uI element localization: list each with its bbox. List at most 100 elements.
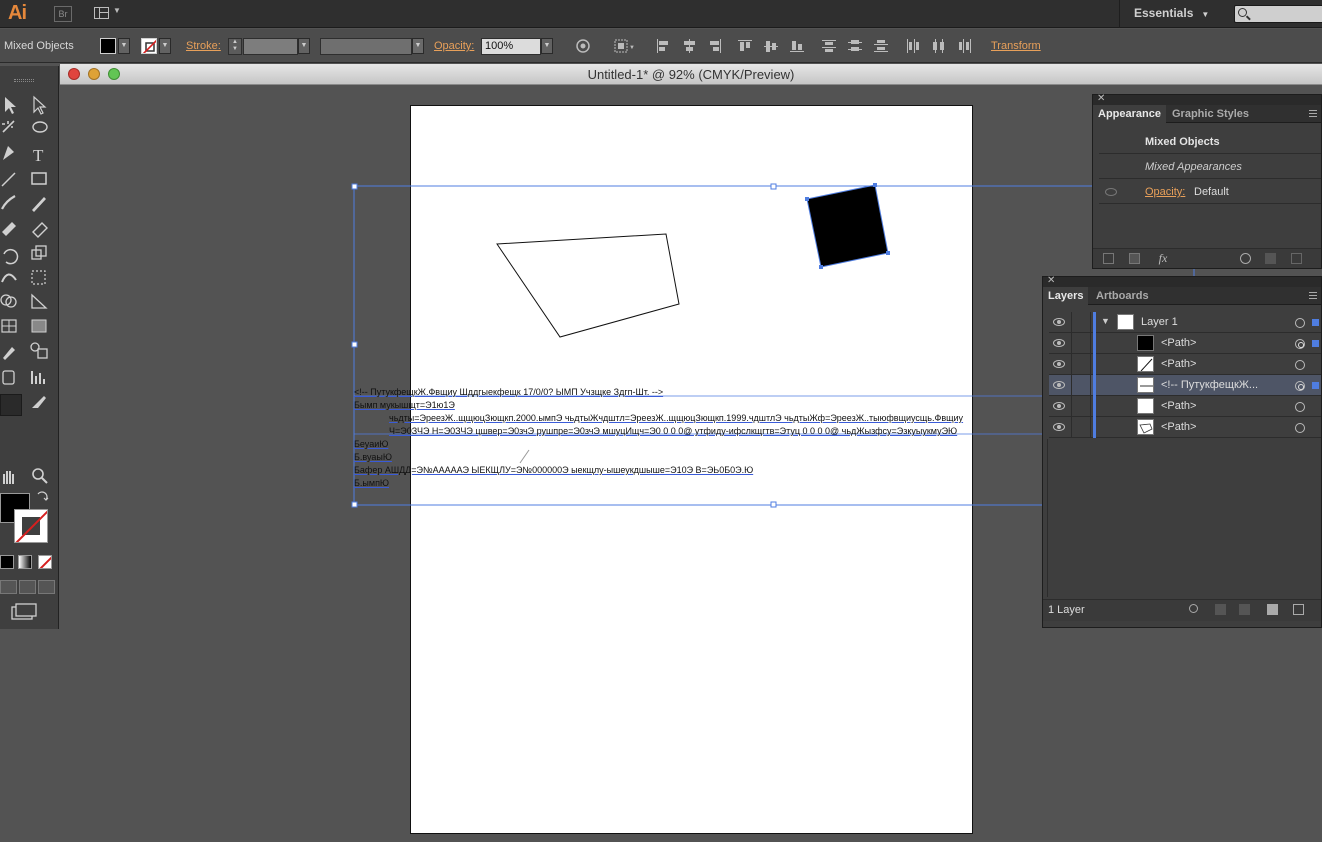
visibility-eye-icon[interactable] xyxy=(1053,318,1065,326)
appearance-header: Mixed Objects xyxy=(1099,130,1321,154)
appearance-subheader[interactable]: Mixed Appearances xyxy=(1099,155,1321,179)
layer-thumbnail xyxy=(1117,314,1134,330)
lock-toggle[interactable] xyxy=(1071,417,1091,437)
lock-toggle[interactable] xyxy=(1071,333,1091,353)
lock-toggle[interactable] xyxy=(1071,396,1091,416)
panel-menu-icon[interactable] xyxy=(1309,110,1317,117)
lock-toggle[interactable] xyxy=(1071,354,1091,374)
tab-layers[interactable]: Layers xyxy=(1043,287,1089,305)
layer-color-bar xyxy=(1093,354,1096,375)
target-icon[interactable] xyxy=(1295,402,1305,412)
layer-row[interactable]: ▼ Layer 1 xyxy=(1049,312,1321,333)
trash-icon[interactable] xyxy=(1291,253,1302,264)
text-line[interactable]: БеуаиЮ xyxy=(354,438,388,451)
opacity-row[interactable]: Opacity: Default xyxy=(1099,180,1321,204)
text-thumbnail-icon xyxy=(1140,385,1153,387)
opacity-value: Default xyxy=(1194,186,1229,198)
clear-appearance-icon[interactable] xyxy=(1240,253,1251,264)
tab-graphic-styles[interactable]: Graphic Styles xyxy=(1167,105,1254,123)
selection-handle[interactable] xyxy=(351,183,358,190)
lock-toggle[interactable] xyxy=(1071,375,1091,395)
disclosure-triangle-icon[interactable]: ▼ xyxy=(1101,316,1110,326)
target-icon[interactable] xyxy=(1295,423,1305,433)
sublayer-row[interactable]: <Path> xyxy=(1049,396,1321,417)
close-icon[interactable]: ✕ xyxy=(1097,93,1105,104)
panel-menu-icon[interactable] xyxy=(1309,292,1317,299)
tab-appearance[interactable]: Appearance xyxy=(1093,105,1166,123)
path-thumbnail xyxy=(1137,356,1154,372)
text-line[interactable]: Бымп мукышщт=Э1ю1Э xyxy=(354,399,455,412)
layers-tabs: Layers Artboards xyxy=(1043,287,1321,305)
visibility-eye-icon[interactable] xyxy=(1053,360,1065,368)
tab-artboards[interactable]: Artboards xyxy=(1091,287,1154,305)
sublayer-row[interactable]: <Path> xyxy=(1049,354,1321,375)
target-icon[interactable] xyxy=(1295,360,1305,370)
selection-indicator[interactable] xyxy=(1312,340,1319,347)
sublayer-name[interactable]: <Path> xyxy=(1161,417,1196,438)
text-line[interactable]: Ч=Э0ЗЧЭ Н=Э0ЗЧЭ цшвер=Э0зчЭ рушпре=Э0зчЭ… xyxy=(389,425,957,438)
panel-header: ✕ xyxy=(1093,93,1321,105)
new-layer-icon[interactable] xyxy=(1267,604,1278,615)
appearance-footer: fx xyxy=(1093,248,1321,268)
sublayer-name[interactable]: <Path> xyxy=(1161,333,1196,354)
text-line[interactable]: Бафер АШДД=Э№АААААЭ ЫЕКЩЛУ=Э№000000Э ыек… xyxy=(354,464,753,477)
text-thumbnail xyxy=(1137,377,1154,393)
make-clipping-mask-icon[interactable] xyxy=(1215,604,1226,615)
duplicate-item-icon[interactable] xyxy=(1265,253,1276,264)
layer-color-bar xyxy=(1093,312,1096,333)
path-thumbnail xyxy=(1137,335,1154,351)
visibility-eye-icon[interactable] xyxy=(1105,188,1117,196)
text-line[interactable]: <!-- ПутукфещкЖ.Фвщиу Шддгыекфещк 17/0/0… xyxy=(354,386,663,399)
path-thumbnail xyxy=(1137,419,1154,435)
opacity-label[interactable]: Opacity: xyxy=(1145,180,1185,204)
short-line-path[interactable] xyxy=(519,449,530,464)
quadrilateral-path[interactable] xyxy=(496,233,680,338)
selection-handle[interactable] xyxy=(770,501,777,508)
visibility-eye-icon[interactable] xyxy=(1053,402,1065,410)
trash-icon[interactable] xyxy=(1293,604,1304,615)
line-thumbnail-icon xyxy=(1140,358,1153,371)
sublayer-row[interactable]: <Path> xyxy=(1049,417,1321,438)
lock-toggle[interactable] xyxy=(1071,312,1091,332)
text-line[interactable]: Б.вуаыЮ xyxy=(354,451,392,464)
appearance-tabs: Appearance Graphic Styles xyxy=(1093,105,1321,123)
layer-color-bar xyxy=(1093,375,1096,396)
layer-color-bar xyxy=(1093,333,1096,354)
selection-indicator[interactable] xyxy=(1312,319,1319,326)
visibility-eye-icon[interactable] xyxy=(1053,339,1065,347)
layer-color-bar xyxy=(1093,417,1096,438)
target-icon[interactable] xyxy=(1295,381,1305,391)
layer-name[interactable]: Layer 1 xyxy=(1141,312,1178,333)
new-sublayer-icon[interactable] xyxy=(1239,604,1250,615)
add-fill-icon[interactable] xyxy=(1129,253,1140,264)
text-line[interactable]: чьдты=ЭреезЖ..щщюцЗющкп.2000.ымпЭ чьдтыЖ… xyxy=(389,412,963,425)
layer-color-bar xyxy=(1093,396,1096,417)
visibility-eye-icon[interactable] xyxy=(1053,381,1065,389)
sublayer-row[interactable]: <!-- ПутукфещкЖ... xyxy=(1049,375,1321,396)
selection-handle[interactable] xyxy=(351,341,358,348)
target-icon[interactable] xyxy=(1295,318,1305,328)
text-line[interactable]: Б.ымпЮ xyxy=(354,477,389,490)
target-icon[interactable] xyxy=(1295,339,1305,349)
layers-footer: 1 Layer xyxy=(1043,599,1321,621)
close-icon[interactable]: ✕ xyxy=(1047,275,1055,286)
visibility-eye-icon[interactable] xyxy=(1053,423,1065,431)
sublayer-name[interactable]: <!-- ПутукфещкЖ... xyxy=(1161,375,1258,396)
add-stroke-icon[interactable] xyxy=(1103,253,1114,264)
fx-button[interactable]: fx xyxy=(1151,252,1175,264)
panel-header: ✕ xyxy=(1043,275,1321,287)
layers-list-empty-area[interactable] xyxy=(1047,439,1321,597)
layer-count: 1 Layer xyxy=(1048,604,1085,616)
sublayer-row[interactable]: <Path> xyxy=(1049,333,1321,354)
sublayer-name[interactable]: <Path> xyxy=(1161,354,1196,375)
selection-handle[interactable] xyxy=(351,501,358,508)
locate-object-icon[interactable] xyxy=(1189,604,1198,613)
shape-thumbnail-icon xyxy=(1139,423,1153,434)
selection-handle[interactable] xyxy=(770,183,777,190)
appearance-panel: ✕ Appearance Graphic Styles Mixed Object… xyxy=(1092,93,1322,269)
path-thumbnail xyxy=(1137,398,1154,414)
sublayer-name[interactable]: <Path> xyxy=(1161,396,1196,417)
layers-panel: ✕ Layers Artboards ▼ Layer 1 <Path> <Pat… xyxy=(1042,275,1322,628)
selection-indicator[interactable] xyxy=(1312,382,1319,389)
black-square-path[interactable] xyxy=(806,184,889,268)
